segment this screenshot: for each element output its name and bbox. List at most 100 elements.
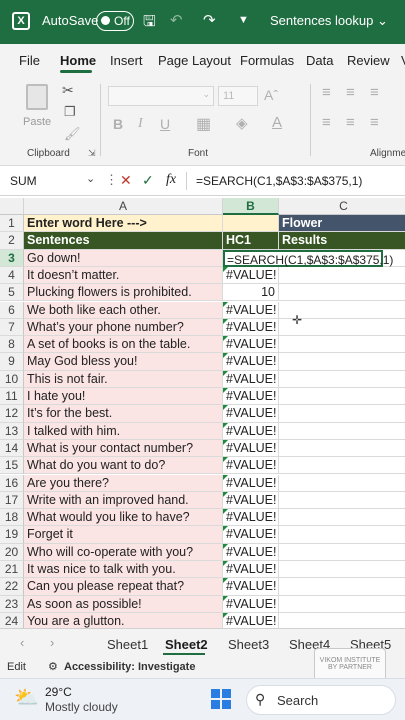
windows-start-icon[interactable] [211,689,231,709]
cell-a[interactable]: Forget it [24,526,223,544]
cell-b[interactable]: #VALUE! [223,388,279,406]
column-header-b[interactable]: B [223,198,279,215]
row-header[interactable]: 23 [0,595,24,613]
increase-font-icon[interactable]: Aˆ [264,87,278,103]
row-header[interactable]: 2 [0,232,24,250]
row-header[interactable]: 15 [0,457,24,475]
autosave-toggle[interactable]: Off [96,11,134,31]
cell-b[interactable]: #VALUE! [223,439,279,458]
cell-a[interactable]: Enter word Here ---> [24,215,223,233]
cell-b[interactable]: #VALUE! [223,612,279,628]
align-middle-icon[interactable]: ≡ [346,84,355,101]
cell-c[interactable]: Flower [279,215,405,233]
formula-input[interactable]: =SEARCH(C1,$A$3:$A$375,1) [196,174,362,188]
align-bottom-icon[interactable]: ≡ [370,84,379,101]
tab-page-layout[interactable]: Page Layout [158,53,231,68]
row-header[interactable]: 5 [0,284,24,302]
row-header[interactable]: 6 [0,301,24,319]
cell-a[interactable]: What’s your phone number? [24,318,223,337]
tab-file[interactable]: File [19,53,40,68]
cell-a[interactable]: What is your contact number? [24,439,223,458]
worksheet-grid[interactable]: A B C 1 Enter word Here ---> Flower 2 Senten… [0,198,405,628]
column-header-a[interactable]: A [24,198,223,215]
column-header-c[interactable]: C [279,198,405,215]
scroll-right-icon[interactable]: › [50,635,54,650]
cell-a[interactable]: You are a glutton. [24,612,223,628]
row-header[interactable]: 20 [0,543,24,561]
cell-c[interactable] [279,475,405,492]
cell-b[interactable]: #VALUE! [223,578,279,596]
cell-a[interactable]: Go down! [24,249,223,267]
copy-icon[interactable]: ❐ [64,104,76,120]
name-box[interactable]: SUM [10,174,37,188]
cell-b[interactable]: #VALUE! [223,491,279,510]
cell-b[interactable]: #VALUE! [223,526,279,544]
cell-b[interactable]: #VALUE! [223,353,279,371]
cell-c[interactable] [279,267,405,285]
cell-c[interactable] [279,423,405,440]
cell-b[interactable]: #VALUE! [223,301,279,319]
cell-c[interactable] [279,561,405,579]
cell-b[interactable]: 10 [223,284,279,302]
cell-b[interactable]: #VALUE! [223,422,279,440]
cell-a[interactable]: What do you want to do? [24,457,223,475]
redo-icon[interactable]: ↷ [203,11,216,29]
font-size-select[interactable]: 11 [218,86,258,106]
cancel-icon[interactable]: ✕ [120,172,132,189]
weather-icon[interactable]: ⛅ [14,685,39,710]
align-left-icon[interactable]: ≡ [322,114,331,131]
row-header[interactable]: 11 [0,388,24,406]
format-painter-icon[interactable]: 🖌 [64,126,81,142]
cell-a[interactable]: We both like each other. [24,301,223,319]
cell-a[interactable]: What would you like to have? [24,509,223,527]
font-color-icon[interactable]: A [272,114,282,131]
insert-function-icon[interactable]: fx [166,172,176,188]
excel-icon[interactable]: X [12,12,30,30]
cell-c[interactable] [279,578,405,596]
enter-icon[interactable]: ✓ [142,172,154,189]
cell-c[interactable] [279,405,405,423]
italic-icon[interactable]: I [138,116,143,132]
cell-a[interactable]: A set of books is on the table. [24,336,223,354]
cell-c[interactable] [279,336,405,354]
cell-b[interactable]: #VALUE! [223,318,279,337]
row-header[interactable]: 4 [0,266,24,285]
cell-b[interactable]: #VALUE! [223,595,279,613]
row-header[interactable]: 10 [0,370,24,388]
cell-b[interactable]: #VALUE! [223,266,279,285]
row-header[interactable]: 19 [0,526,24,544]
cell-b[interactable]: #VALUE! [223,336,279,354]
more-icon[interactable]: ⋮ [105,172,118,188]
cell-b[interactable] [223,215,279,233]
cell-a[interactable]: Plucking flowers is prohibited. [24,284,223,302]
customize-toolbar-icon[interactable]: ▼ [238,14,249,26]
sheet-tab-3[interactable]: Sheet3 [228,637,269,652]
align-center-icon[interactable]: ≡ [346,114,355,131]
cell-c[interactable] [279,457,405,475]
align-right-icon[interactable]: ≡ [370,114,379,131]
cell-c[interactable] [279,613,405,628]
cell-b[interactable]: #VALUE! [223,457,279,475]
cell-a[interactable]: Who will co-operate with you? [24,543,223,561]
cell-b[interactable]: #VALUE! [223,509,279,527]
underline-icon[interactable]: U [160,116,170,132]
cell-b[interactable]: #VALUE! [223,561,279,579]
accessibility-status[interactable]: Accessibility: Investigate [64,661,195,673]
cell-b[interactable]: HC1 [223,232,279,250]
cell-a[interactable]: I talked with him. [24,422,223,440]
bold-icon[interactable]: B [113,116,123,132]
cell-c[interactable] [279,596,405,613]
row-header[interactable]: 18 [0,509,24,527]
cell-a[interactable]: May God bless you! [24,353,223,371]
row-header[interactable]: 9 [0,353,24,371]
cell-a[interactable]: This is not fair. [24,370,223,388]
cell-c[interactable] [279,440,405,458]
cell-c[interactable] [279,492,405,510]
cell-b[interactable]: #VALUE! [223,405,279,423]
cell-c[interactable] [279,353,405,371]
cell-a[interactable]: Are you there? [24,474,223,492]
cell-b[interactable]: #VALUE! [223,543,279,561]
row-header[interactable]: 12 [0,405,24,423]
save-icon[interactable]: 🖫 [143,11,156,36]
active-cell[interactable]: =SEARCH(C1,$A$3:$A$375,1) [223,249,393,267]
